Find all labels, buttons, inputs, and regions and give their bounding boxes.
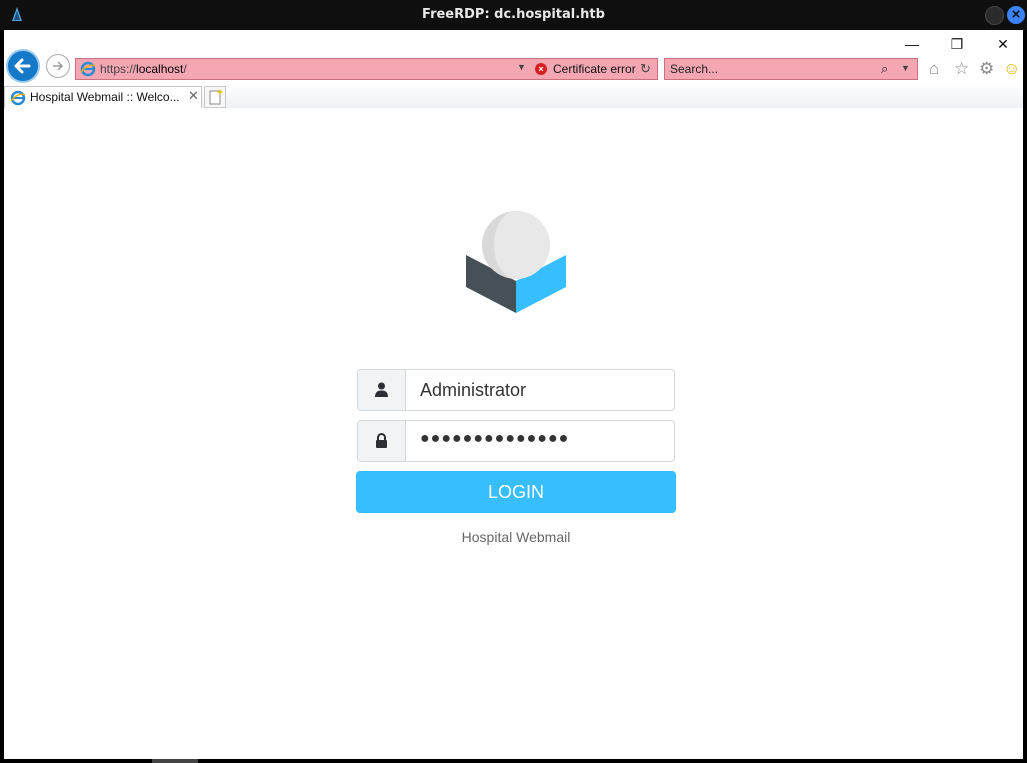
back-arrow-icon <box>14 58 31 74</box>
tab-bar: Hospital Webmail :: Welco... ✕ <box>4 84 1023 108</box>
url-path: / <box>183 62 187 76</box>
roundcube-logo-icon <box>466 211 566 313</box>
refresh-icon[interactable]: ↻ <box>640 61 651 77</box>
feedback-smiley-icon[interactable]: ☺ <box>1003 59 1020 79</box>
username-input[interactable] <box>406 370 672 410</box>
back-button[interactable] <box>6 49 40 83</box>
search-dropdown-icon[interactable]: ▼ <box>901 63 910 73</box>
password-input[interactable]: ●●●●●●●●●●●●●● <box>420 430 569 448</box>
tab-hospital-webmail[interactable]: Hospital Webmail :: Welco... ✕ <box>4 86 202 108</box>
user-icon <box>375 382 388 397</box>
password-addon <box>358 421 406 461</box>
forward-button[interactable] <box>46 54 70 78</box>
lock-icon <box>376 433 387 448</box>
footer-product-name: Hospital Webmail <box>461 529 571 545</box>
url-host: localhost <box>136 62 184 76</box>
ie-close-button[interactable]: ✕ <box>991 36 1015 52</box>
search-box[interactable]: ⌕ ▼ <box>664 58 918 80</box>
tab-label: Hospital Webmail :: Welco... <box>30 90 180 104</box>
certificate-error-icon[interactable]: × <box>535 63 547 75</box>
address-bar[interactable]: https://localhost/ ▼ × Certificate error… <box>75 58 658 80</box>
home-icon[interactable]: ⌂ <box>929 59 939 79</box>
ie-minimize-button[interactable]: — <box>900 36 924 52</box>
password-field[interactable]: ●●●●●●●●●●●●●● <box>357 420 675 462</box>
tab-close-icon[interactable]: ✕ <box>188 88 199 104</box>
search-icon[interactable]: ⌕ <box>881 61 888 77</box>
address-dropdown-icon[interactable]: ▼ <box>517 62 526 72</box>
rdp-window-title: FreeRDP: dc.hospital.htb <box>422 7 605 22</box>
rdp-titlebar: FreeRDP: dc.hospital.htb × <box>0 0 1027 30</box>
new-tab-button[interactable] <box>204 86 226 108</box>
forward-arrow-icon <box>53 61 64 71</box>
new-tab-icon <box>209 89 223 105</box>
address-url: https://localhost/ <box>100 62 187 76</box>
rdp-minimize-button[interactable] <box>985 6 1004 25</box>
login-button[interactable]: LOGIN <box>356 471 676 513</box>
favorites-icon[interactable]: ☆ <box>954 59 969 79</box>
username-addon <box>358 370 406 410</box>
webmail-login-page: ●●●●●●●●●●●●●● LOGIN Hospital Webmail <box>4 108 1023 759</box>
ie-tab-favicon-icon <box>10 90 26 106</box>
taskbar-indicator <box>152 759 198 763</box>
settings-icon[interactable]: ⚙ <box>979 59 994 79</box>
remote-desktop: — ❐ ✕ https://localhost/ ▼ × Certificate… <box>4 30 1023 759</box>
ie-restore-button[interactable]: ❐ <box>945 36 969 52</box>
username-field[interactable] <box>357 369 675 411</box>
ie-page-icon <box>80 61 96 77</box>
search-input[interactable] <box>670 61 870 77</box>
url-scheme: https:// <box>100 62 137 76</box>
certificate-error-label[interactable]: Certificate error <box>553 62 636 76</box>
rdp-close-button[interactable]: × <box>1007 6 1025 24</box>
